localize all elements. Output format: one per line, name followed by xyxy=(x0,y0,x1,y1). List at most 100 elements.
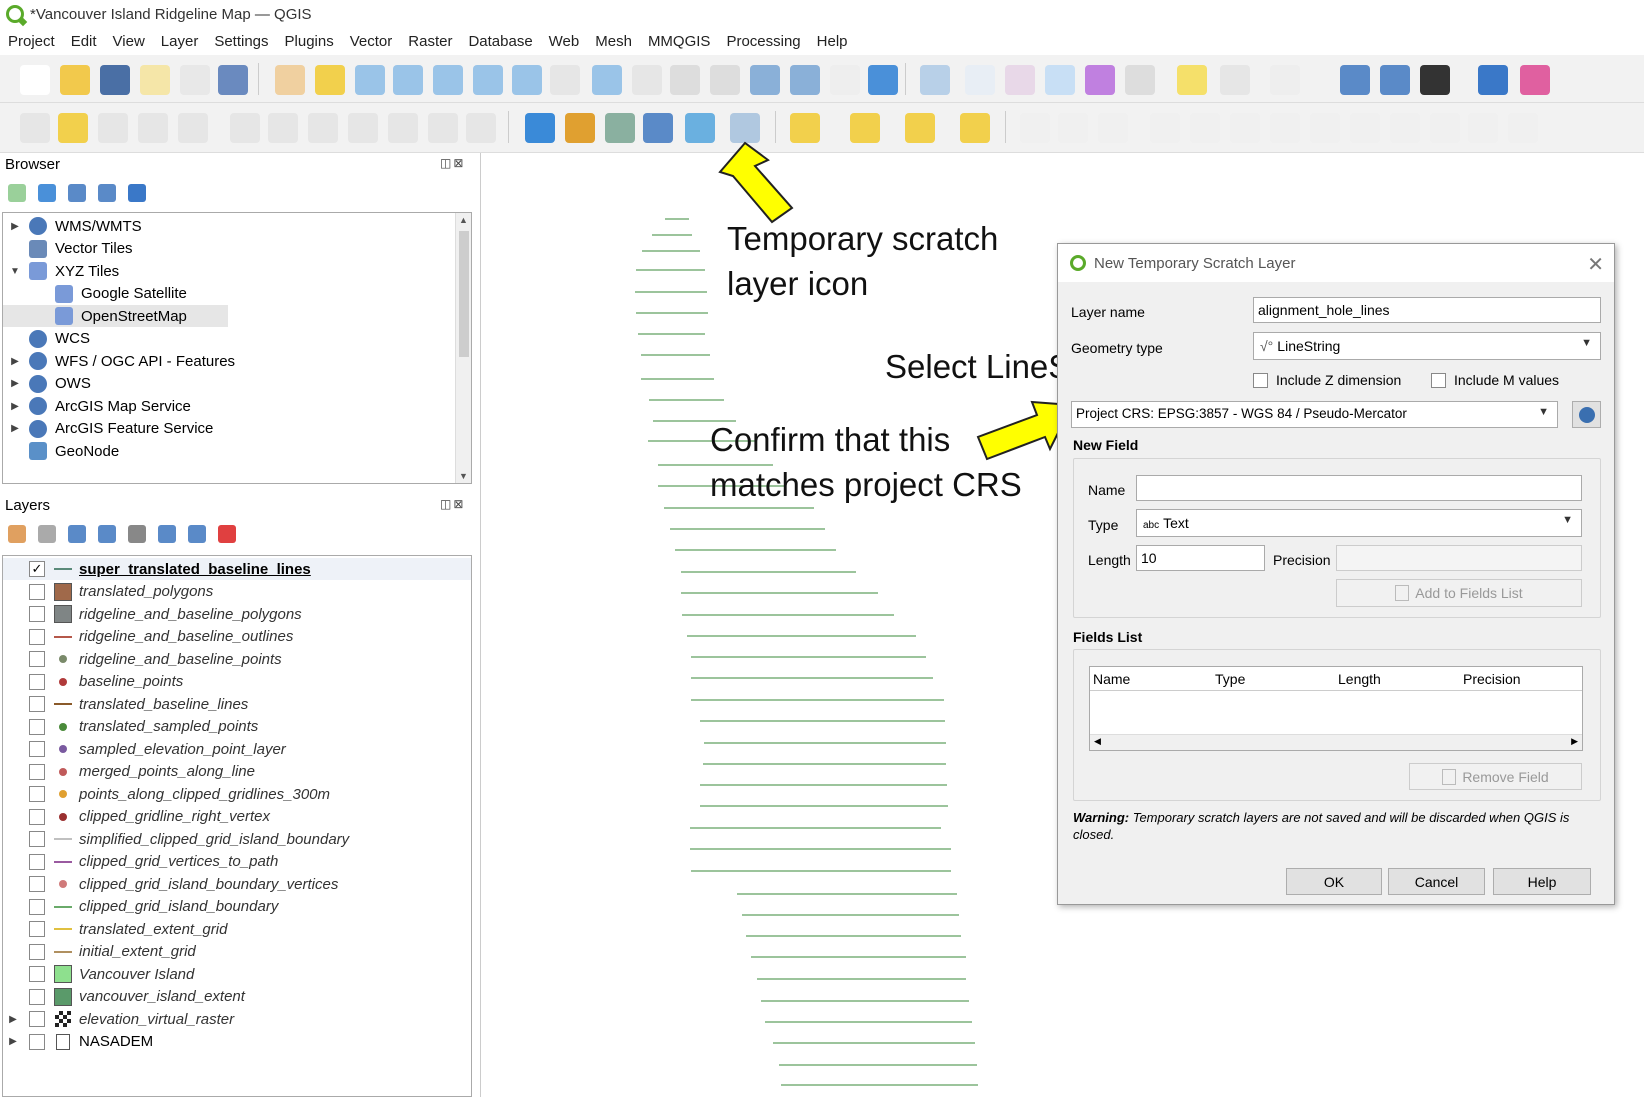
add-point-feature-icon[interactable] xyxy=(138,113,168,143)
select-features-icon[interactable] xyxy=(790,113,820,143)
wfs-icon[interactable] xyxy=(1380,65,1410,95)
zoom-next-icon[interactable] xyxy=(632,65,662,95)
layer-row[interactable]: ridgeline_and_baseline_outlines xyxy=(3,626,471,648)
layer-visibility-checkbox[interactable] xyxy=(29,921,45,937)
layer-visibility-checkbox[interactable] xyxy=(29,741,45,757)
browser-item[interactable]: WCS xyxy=(3,328,90,350)
layer-visibility-checkbox[interactable] xyxy=(29,763,45,780)
browser-item[interactable]: ▶ WFS / OGC API - Features xyxy=(3,350,235,372)
new-temporary-scratch-layer-icon[interactable] xyxy=(685,113,715,143)
layer-visibility-checkbox[interactable] xyxy=(29,876,45,892)
offset-curve-icon[interactable] xyxy=(1098,113,1128,143)
chevron-right-icon[interactable]: ▶ xyxy=(9,221,21,232)
save-edits-icon[interactable] xyxy=(98,113,128,143)
browser-item[interactable]: ▶ ArcGIS Feature Service xyxy=(3,418,213,440)
zoom-to-layer-icon[interactable] xyxy=(512,65,542,95)
browser-item[interactable]: ▼ XYZ Tiles xyxy=(3,260,119,282)
new-project-icon[interactable] xyxy=(20,65,50,95)
layer-row[interactable]: clipped_gridline_right_vertex xyxy=(3,806,471,828)
layer-row[interactable]: ▶ elevation_virtual_raster xyxy=(3,1008,471,1030)
layer-visibility-checkbox[interactable] xyxy=(29,786,45,802)
toggle-editing-icon[interactable] xyxy=(58,113,88,143)
column-header-type[interactable]: Type xyxy=(1215,671,1245,687)
reshape-icon[interactable] xyxy=(1058,113,1088,143)
plugin-extra-icon[interactable] xyxy=(1520,65,1550,95)
manage-map-themes-icon[interactable] xyxy=(68,525,86,543)
delete-ring-icon[interactable] xyxy=(1310,113,1340,143)
attribute-table-icon[interactable] xyxy=(965,65,995,95)
browser-item[interactable]: Vector Tiles xyxy=(3,238,133,260)
chevron-right-icon[interactable]: ▶ xyxy=(7,1014,19,1025)
expand-all-icon[interactable] xyxy=(158,525,176,543)
layer-visibility-checkbox[interactable] xyxy=(29,1033,45,1050)
menu-settings[interactable]: Settings xyxy=(214,33,268,50)
fields-table[interactable]: Name Type Length Precision ◀ ▶ xyxy=(1089,666,1583,751)
close-icon[interactable]: ✕ xyxy=(1587,252,1604,277)
menu-mmqgis[interactable]: MMQGIS xyxy=(648,33,711,50)
chevron-right-icon[interactable]: ▶ xyxy=(7,1036,19,1047)
pan-to-selection-icon[interactable] xyxy=(315,65,345,95)
digitize-tool-icon[interactable] xyxy=(1020,113,1050,143)
new-3d-map-icon[interactable] xyxy=(710,65,740,95)
menu-plugins[interactable]: Plugins xyxy=(285,33,334,50)
fields-table-hscrollbar[interactable]: ◀ ▶ xyxy=(1090,734,1582,750)
new-shapefile-layer-icon[interactable] xyxy=(565,113,595,143)
collapse-all-icon[interactable] xyxy=(188,525,206,543)
menu-web[interactable]: Web xyxy=(549,33,580,50)
split-features-icon[interactable] xyxy=(1390,113,1420,143)
delete-selected-icon[interactable] xyxy=(268,113,298,143)
text-annotation-icon[interactable] xyxy=(1270,65,1300,95)
zoom-last-icon[interactable] xyxy=(592,65,622,95)
field-name-input[interactable] xyxy=(1136,475,1582,501)
layer-visibility-checkbox[interactable] xyxy=(29,1011,45,1027)
layer-visibility-checkbox[interactable] xyxy=(29,696,45,712)
layer-row[interactable]: simplified_clipped_grid_island_boundary xyxy=(3,828,471,850)
new-virtual-layer-icon[interactable] xyxy=(730,113,760,143)
field-length-input[interactable]: 10 xyxy=(1136,545,1265,571)
open-layer-styling-icon[interactable] xyxy=(8,525,26,543)
redo-icon[interactable] xyxy=(466,113,496,143)
properties-icon[interactable] xyxy=(128,184,146,202)
copy-features-icon[interactable] xyxy=(348,113,378,143)
plugin-icon[interactable] xyxy=(1420,65,1450,95)
layer-visibility-checkbox[interactable] xyxy=(29,583,45,600)
layer-row[interactable]: ✓ super_translated_baseline_lines xyxy=(3,558,471,580)
menu-database[interactable]: Database xyxy=(468,33,532,50)
checkbox-box[interactable] xyxy=(1431,372,1446,388)
scrollbar-thumb[interactable] xyxy=(459,231,469,357)
chevron-right-icon[interactable]: ▶ xyxy=(9,378,21,389)
layer-visibility-checkbox[interactable] xyxy=(29,853,45,870)
locator-icon[interactable] xyxy=(1220,65,1250,95)
zoom-native-icon[interactable] xyxy=(550,65,580,95)
browser-item[interactable]: ▶ OWS xyxy=(3,373,91,395)
layer-row[interactable]: points_along_clipped_gridlines_300m xyxy=(3,783,471,805)
browser-tree[interactable]: ▲ ▼ ▶ WMS/WMTS Vector Tiles ▼ XYZ Tiles Googl… xyxy=(2,212,472,484)
remove-layer-icon[interactable] xyxy=(218,525,236,543)
save-project-icon[interactable] xyxy=(100,65,130,95)
deselect-features-icon[interactable] xyxy=(905,113,935,143)
scroll-left-icon[interactable]: ◀ xyxy=(1094,736,1101,747)
layer-visibility-checkbox[interactable] xyxy=(29,628,45,645)
layer-row[interactable]: clipped_grid_vertices_to_path xyxy=(3,851,471,873)
layer-visibility-checkbox[interactable] xyxy=(29,966,45,982)
layer-row[interactable]: translated_extent_grid xyxy=(3,918,471,940)
scroll-down-icon[interactable]: ▼ xyxy=(459,471,468,481)
chevron-down-icon[interactable]: ▼ xyxy=(9,266,21,277)
simplify-icon[interactable] xyxy=(1150,113,1180,143)
menu-raster[interactable]: Raster xyxy=(408,33,452,50)
statistics-icon[interactable] xyxy=(1085,65,1115,95)
scroll-right-icon[interactable]: ▶ xyxy=(1571,736,1578,747)
add-ring-icon[interactable] xyxy=(1190,113,1220,143)
layer-visibility-checkbox[interactable] xyxy=(29,831,45,847)
delete-part-icon[interactable] xyxy=(1350,113,1380,143)
column-header-length[interactable]: Length xyxy=(1338,671,1381,687)
layer-row[interactable]: clipped_grid_island_boundary_vertices xyxy=(3,873,471,895)
layer-row[interactable]: baseline_points xyxy=(3,671,471,693)
pan-icon[interactable] xyxy=(275,65,305,95)
include-z-checkbox[interactable]: Include Z dimension xyxy=(1253,372,1401,388)
merge-features-icon[interactable] xyxy=(1468,113,1498,143)
style-manager-icon[interactable] xyxy=(218,65,248,95)
undo-icon[interactable] xyxy=(428,113,458,143)
help-button[interactable]: Help xyxy=(1493,868,1591,895)
menu-mesh[interactable]: Mesh xyxy=(595,33,632,50)
